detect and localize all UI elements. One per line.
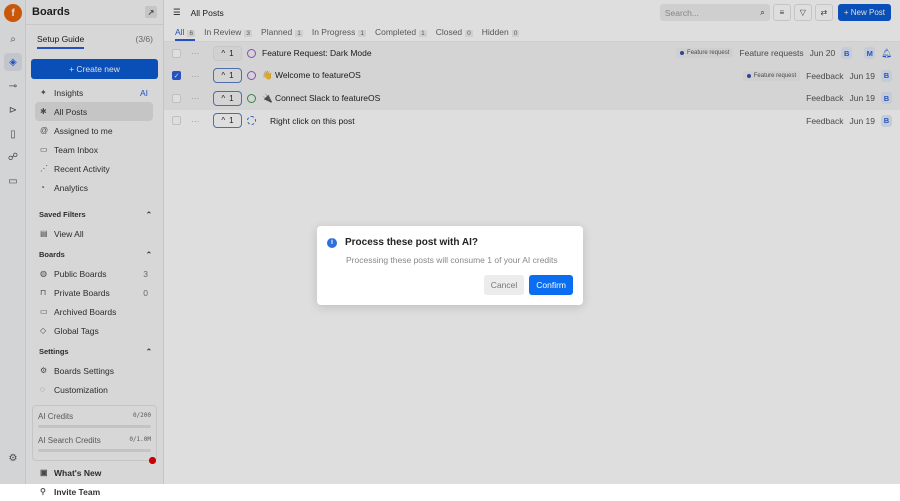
user-plus-icon: ⚲	[40, 487, 46, 496]
label: Invite Team	[54, 486, 101, 497]
whats-new-dot	[149, 457, 156, 464]
sidebar-item-invite-team[interactable]: ⚲ Invite Team	[35, 482, 153, 501]
confirm-button[interactable]: Confirm	[529, 275, 573, 295]
dialog-description: Processing these posts will consume 1 of…	[346, 255, 558, 265]
cancel-button[interactable]: Cancel	[483, 275, 525, 295]
info-icon: i	[327, 237, 337, 248]
confirm-dialog: i Process these post with AI? Processing …	[317, 226, 583, 305]
dialog-title: Process these post with AI?	[345, 237, 478, 248]
